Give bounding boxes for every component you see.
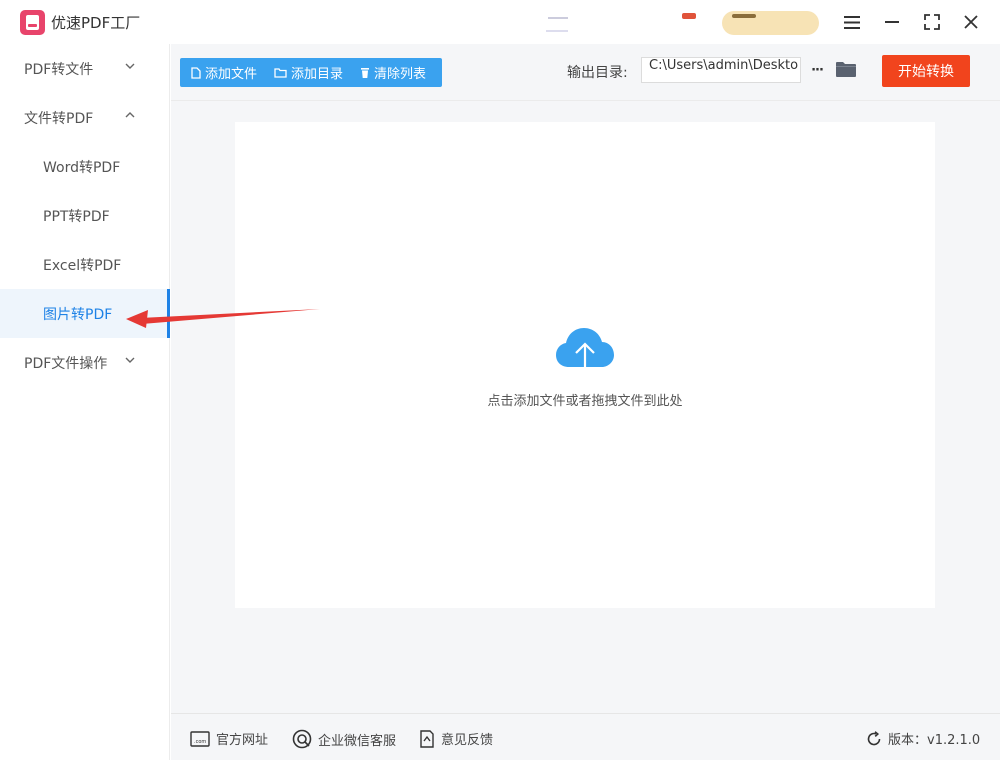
add-directory-label: 添加目录	[291, 67, 344, 82]
minimize-icon[interactable]	[880, 10, 904, 34]
more-options-label: ···	[811, 62, 824, 78]
chevron-up-icon	[125, 112, 135, 118]
sidebar-item-label: Word转PDF	[43, 159, 121, 176]
version-label: 版本：v1.2.1.0	[888, 733, 981, 748]
trash-icon	[361, 67, 370, 78]
feedback-icon	[420, 729, 434, 748]
dropzone-hint: 点击添加文件或者拖拽文件到此处	[487, 394, 683, 409]
official-website-link[interactable]: .com 官方网址	[190, 729, 268, 748]
chat-icon	[292, 729, 312, 749]
sidebar-item-label: Excel转PDF	[43, 257, 122, 274]
menu-icon[interactable]	[840, 10, 864, 34]
main-panel: 添加文件 添加目录 清除列表 输出目录: C:\Users\admin\Desk…	[171, 44, 1000, 760]
clear-list-button[interactable]: 清除列表	[360, 58, 426, 87]
output-dir-label: 输出目录:	[567, 65, 628, 81]
sidebar-item-label: 文件转PDF	[24, 110, 94, 127]
output-dir-field[interactable]: C:\Users\admin\Deskto	[641, 57, 801, 83]
sidebar-item-label: PDF转文件	[24, 61, 94, 78]
sidebar-item-label: PPT转PDF	[43, 208, 110, 225]
open-folder-icon[interactable]	[835, 60, 859, 82]
svg-text:.com: .com	[194, 739, 206, 745]
add-file-label: 添加文件	[205, 67, 258, 82]
version-info: 版本：v1.2.1.0	[866, 729, 980, 748]
fullscreen-icon[interactable]	[920, 10, 944, 34]
refresh-icon[interactable]	[866, 730, 882, 747]
toolbar-decoration	[548, 17, 568, 19]
sidebar-item-word-to-pdf[interactable]: Word转PDF	[0, 142, 170, 191]
sidebar-item-ppt-to-pdf[interactable]: PPT转PDF	[0, 191, 170, 240]
sidebar-item-pdf-to-file[interactable]: PDF转文件	[0, 44, 170, 93]
sidebar: PDF转文件 文件转PDF Word转PDF PPT转PDF Excel转PDF…	[0, 44, 170, 760]
more-options-button[interactable]: ···	[807, 58, 827, 82]
vip-badge[interactable]	[722, 11, 819, 35]
file-actions-group: 添加文件 添加目录 清除列表	[180, 58, 442, 87]
close-icon[interactable]	[959, 10, 983, 34]
sidebar-item-pdf-operations[interactable]: PDF文件操作	[0, 338, 170, 387]
footer: .com 官方网址 企业微信客服 意见反馈 版本：v1.2.1.0	[171, 713, 1000, 760]
toolbar-decoration	[546, 30, 568, 32]
sidebar-item-image-to-pdf[interactable]: 图片转PDF	[0, 289, 170, 338]
add-file-button[interactable]: 添加文件	[191, 58, 257, 87]
toolbar: 添加文件 添加目录 清除列表 输出目录: C:\Users\admin\Desk…	[171, 44, 1000, 101]
official-website-label: 官方网址	[216, 733, 269, 748]
notification-badge[interactable]	[682, 13, 696, 19]
website-icon: .com	[190, 730, 210, 747]
file-dropzone[interactable]: 点击添加文件或者拖拽文件到此处	[235, 122, 935, 608]
clear-list-label: 清除列表	[374, 67, 427, 82]
app-title: 优速PDF工厂	[51, 14, 141, 32]
feedback-label: 意见反馈	[441, 733, 494, 748]
sidebar-item-file-to-pdf[interactable]: 文件转PDF	[0, 93, 170, 142]
pdf-logo-icon	[20, 10, 45, 35]
add-directory-button[interactable]: 添加目录	[274, 58, 343, 87]
wechat-service-label: 企业微信客服	[318, 733, 397, 749]
cloud-upload-icon	[556, 328, 614, 379]
feedback-link[interactable]: 意见反馈	[419, 729, 493, 748]
sidebar-item-label: 图片转PDF	[43, 306, 113, 323]
start-convert-button[interactable]: 开始转换	[882, 55, 970, 87]
chevron-down-icon	[125, 63, 135, 69]
sidebar-item-excel-to-pdf[interactable]: Excel转PDF	[0, 240, 170, 289]
sidebar-item-label: PDF文件操作	[24, 355, 108, 372]
folder-icon	[274, 68, 287, 78]
title-bar: 优速PDF工厂	[0, 0, 1000, 44]
file-icon	[191, 66, 201, 79]
wechat-service-link[interactable]: 企业微信客服	[292, 729, 396, 749]
chevron-down-icon	[125, 357, 135, 363]
